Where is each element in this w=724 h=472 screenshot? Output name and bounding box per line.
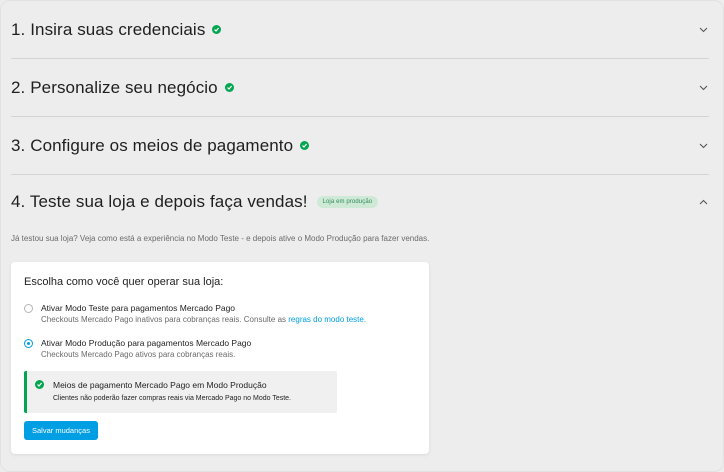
check-circle-icon — [224, 83, 234, 92]
option-description: Checkouts Mercado Pago inativos para cob… — [41, 315, 367, 324]
alert-title: Meios de pagamento Mercado Pago em Modo … — [53, 380, 267, 390]
status-badge: Loja em produção — [316, 196, 379, 208]
radio-production-mode[interactable] — [24, 339, 33, 348]
check-circle-icon — [212, 25, 222, 34]
production-mode-alert: Meios de pagamento Mercado Pago em Modo … — [24, 371, 337, 413]
option-test-mode[interactable]: Ativar Modo Teste para pagamentos Mercad… — [24, 303, 366, 325]
option-label: Ativar Modo Teste para pagamentos Mercad… — [41, 303, 236, 313]
step-2-title: 2. Personalize seu negócio — [11, 77, 218, 97]
check-circle-icon — [35, 380, 44, 389]
step-1-header[interactable]: 1. Insira suas credenciais — [11, 1, 709, 59]
step-3-header[interactable]: 3. Configure os meios de pagamento — [11, 117, 709, 175]
card-title: Escolha como você quer operar sua loja: — [24, 276, 224, 288]
save-changes-button[interactable]: Salvar mudanças — [24, 421, 98, 440]
alert-description: Clientes não poderão fazer compras reais… — [53, 395, 292, 402]
chevron-up-icon[interactable] — [697, 196, 709, 208]
option-production-mode[interactable]: Ativar Modo Produção para pagamentos Mer… — [24, 338, 251, 360]
chevron-down-icon[interactable] — [697, 82, 709, 94]
option-description: Checkouts Mercado Pago ativos para cobra… — [41, 350, 236, 359]
step-4-title: 4. Teste sua loja e depois faça vendas! — [11, 192, 308, 211]
step-2-header[interactable]: 2. Personalize seu negócio — [11, 59, 709, 117]
test-mode-rules-link[interactable]: regras do modo teste — [288, 315, 364, 324]
radio-test-mode[interactable] — [24, 304, 33, 313]
step-3-title: 3. Configure os meios de pagamento — [11, 135, 294, 155]
step-1-title: 1. Insira suas credenciais — [11, 19, 206, 39]
intro-text: Já testou sua loja? Veja como está a exp… — [11, 234, 430, 243]
step-4-header[interactable]: 4. Teste sua loja e depois faça vendas! … — [11, 173, 709, 231]
option-label: Ativar Modo Produção para pagamentos Mer… — [41, 338, 252, 348]
page-frame: 1. Insira suas credenciais 2. Personaliz… — [0, 0, 724, 472]
chevron-down-icon[interactable] — [697, 140, 709, 152]
chevron-down-icon[interactable] — [697, 24, 709, 36]
check-circle-icon — [300, 141, 310, 150]
operation-mode-card: Escolha como você quer operar sua loja: … — [11, 262, 429, 454]
